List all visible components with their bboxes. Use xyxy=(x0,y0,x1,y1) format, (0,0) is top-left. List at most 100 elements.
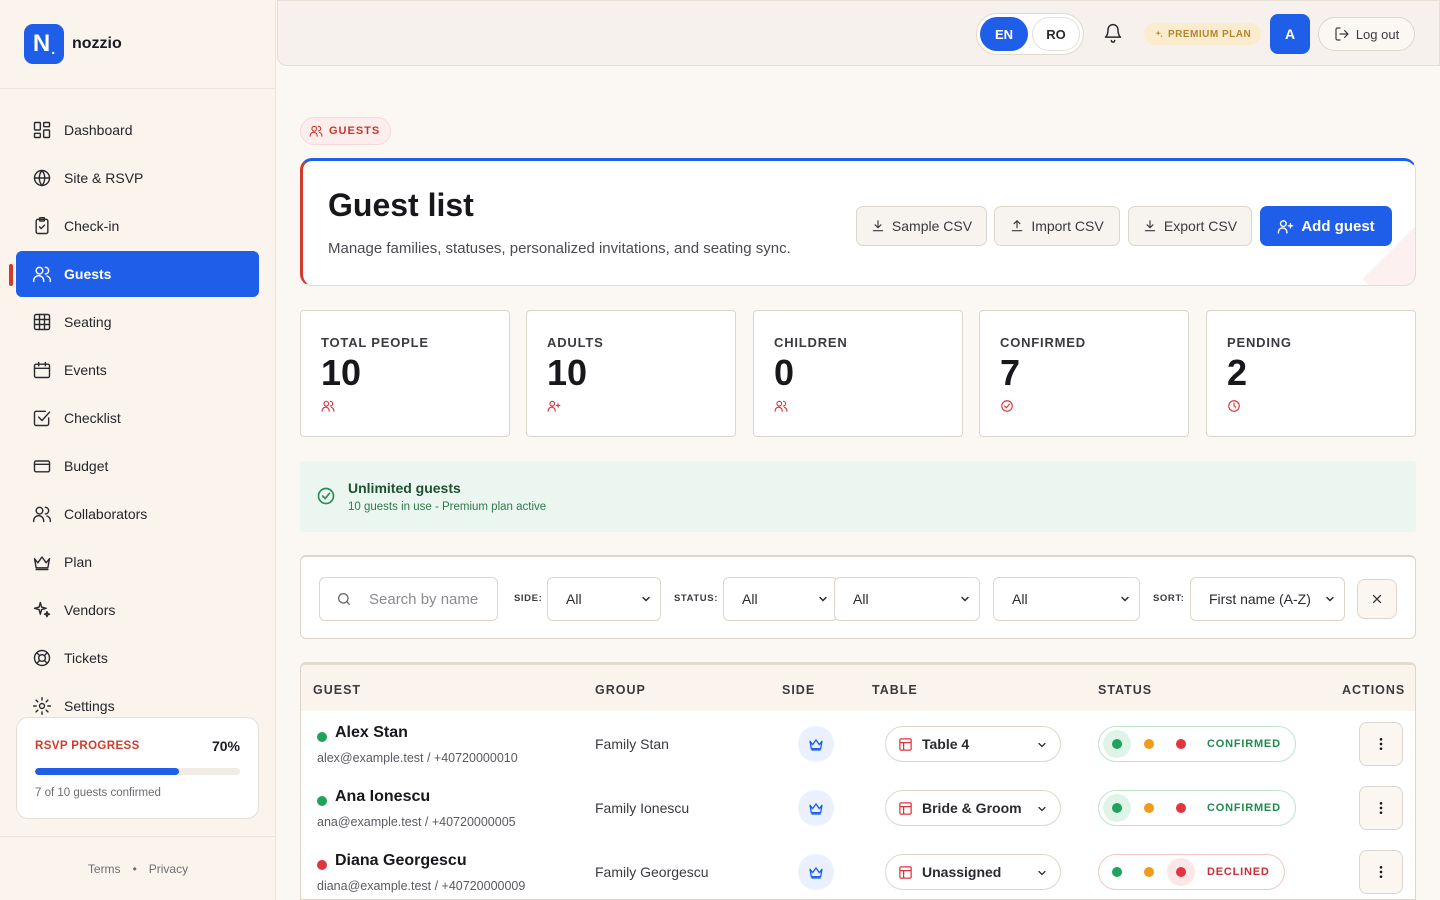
sort-select[interactable]: First name (A-Z) xyxy=(1190,577,1345,621)
table-assign-select[interactable]: Bride & Groom xyxy=(885,790,1061,826)
users-icon xyxy=(32,266,52,283)
page-subtitle: Manage families, statuses, personalized … xyxy=(328,240,791,257)
logout-button[interactable]: Log out xyxy=(1318,17,1415,51)
table-assign-select[interactable]: Table 4 xyxy=(885,726,1061,762)
lang-en-button[interactable]: EN xyxy=(980,17,1028,51)
sidebar-item-guests[interactable]: Guests xyxy=(16,251,259,297)
status-option-declined[interactable] xyxy=(1167,858,1195,886)
upload-icon xyxy=(1012,220,1023,232)
status-option-confirmed[interactable] xyxy=(1103,794,1131,822)
topbar: EN RO PREMIUM PLAN A Log out xyxy=(277,0,1440,66)
download-icon xyxy=(1144,220,1156,232)
column-header-group[interactable]: GROUP xyxy=(595,683,646,697)
column-header-guest[interactable]: GUEST xyxy=(313,683,361,697)
sample-csv-button[interactable]: Sample CSV xyxy=(856,206,987,246)
chevron-down-icon xyxy=(1038,742,1046,748)
status-option-confirmed[interactable] xyxy=(1103,858,1131,886)
sparkles-icon xyxy=(1155,30,1163,38)
side-button[interactable] xyxy=(798,790,834,826)
export-csv-button[interactable]: Export CSV xyxy=(1128,206,1252,246)
status-option-confirmed[interactable] xyxy=(1103,730,1131,758)
column-header-table[interactable]: TABLE xyxy=(872,683,918,697)
sidebar-item-label: Guests xyxy=(64,266,112,282)
guest-contact: diana@example.test / +40720000009 xyxy=(317,879,526,893)
sidebar-item-events[interactable]: Events xyxy=(16,347,259,393)
crown-icon xyxy=(33,556,51,571)
users-icon xyxy=(321,400,335,412)
bell-icon[interactable] xyxy=(1103,23,1123,43)
avatar[interactable]: A xyxy=(1270,14,1310,54)
sidebar-item-check-in[interactable]: Check-in xyxy=(16,203,259,249)
guest-name[interactable]: Ana Ionescu xyxy=(335,788,430,806)
filter-select-3[interactable]: All xyxy=(834,577,980,621)
side-filter-select[interactable]: All xyxy=(547,577,661,621)
sidebar-item-checklist[interactable]: Checklist xyxy=(16,395,259,441)
sidebar-item-dashboard[interactable]: Dashboard xyxy=(16,107,259,153)
status-option-pending[interactable] xyxy=(1135,730,1163,758)
side-button[interactable] xyxy=(798,726,834,762)
sidebar-item-plan[interactable]: Plan xyxy=(16,539,259,585)
notice-subtitle: 10 guests in use - Premium plan active xyxy=(348,501,547,513)
guest-contact: alex@example.test / +40720000010 xyxy=(317,751,518,765)
sidebar-item-seating[interactable]: Seating xyxy=(16,299,259,345)
rsvp-progress-fill xyxy=(35,768,179,775)
sidebar-footer: Terms • Privacy xyxy=(0,836,276,900)
row-actions-button[interactable] xyxy=(1359,722,1403,766)
brand-name: nozzio xyxy=(72,35,122,52)
logo: N. xyxy=(24,24,64,64)
terms-link[interactable]: Terms xyxy=(88,862,121,876)
sidebar-item-vendors[interactable]: Vendors xyxy=(16,587,259,633)
row-actions-button[interactable] xyxy=(1359,850,1403,894)
sidebar-item-tickets[interactable]: Tickets xyxy=(16,635,259,681)
status-dot xyxy=(317,732,327,742)
lang-ro-button[interactable]: RO xyxy=(1032,17,1080,51)
export-csv-label: Export CSV xyxy=(1163,218,1238,234)
status-option-pending[interactable] xyxy=(1135,794,1163,822)
sort-label: SORT: xyxy=(1153,593,1185,604)
privacy-link[interactable]: Privacy xyxy=(149,862,188,876)
sidebar-item-budget[interactable]: Budget xyxy=(16,443,259,489)
table-row: Ana Ionescu ana@example.test / +40720000… xyxy=(301,775,1415,839)
status-option-pending[interactable] xyxy=(1135,858,1163,886)
table-icon xyxy=(899,801,912,815)
status-option-declined[interactable] xyxy=(1167,730,1195,758)
brand[interactable]: N. nozzio xyxy=(0,0,275,89)
sidebar-item-label: Site & RSVP xyxy=(64,170,144,186)
sidebar-item-label: Settings xyxy=(64,698,115,714)
crown-icon xyxy=(809,867,823,879)
check-circle-icon xyxy=(1001,400,1013,412)
column-header-side[interactable]: SIDE xyxy=(782,683,815,697)
sidebar-item-label: Events xyxy=(64,362,107,378)
side-button[interactable] xyxy=(798,854,834,890)
import-csv-button[interactable]: Import CSV xyxy=(994,206,1120,246)
status-dot xyxy=(317,860,327,870)
guest-name[interactable]: Diana Georgescu xyxy=(335,852,467,870)
page-title: Guest list xyxy=(328,187,474,223)
table-assign-select[interactable]: Unassigned xyxy=(885,854,1061,890)
search-input[interactable]: Search by name xyxy=(319,577,498,621)
table-assign-value: Unassigned xyxy=(922,864,1002,880)
table-row: Alex Stan alex@example.test / +407200000… xyxy=(301,711,1415,775)
status-control: DECLINED xyxy=(1098,854,1285,890)
sidebar-item-site-rsvp[interactable]: Site & RSVP xyxy=(16,155,259,201)
status-filter-select[interactable]: All xyxy=(723,577,838,621)
status-option-declined[interactable] xyxy=(1167,794,1195,822)
chevron-down-icon xyxy=(642,596,650,602)
sample-csv-label: Sample CSV xyxy=(891,218,973,234)
chevron-down-icon xyxy=(961,596,969,602)
footer-separator: • xyxy=(132,861,137,876)
row-actions-button[interactable] xyxy=(1359,786,1403,830)
column-header-status[interactable]: STATUS xyxy=(1098,683,1152,697)
guest-name[interactable]: Alex Stan xyxy=(335,724,408,742)
breadcrumb: GUESTS xyxy=(300,117,392,145)
filter-select-4[interactable]: All xyxy=(993,577,1140,621)
premium-plan-label: PREMIUM PLAN xyxy=(1168,28,1252,40)
guest-group: Family Ionescu xyxy=(595,800,690,816)
clear-filters-button[interactable] xyxy=(1357,579,1397,619)
add-guest-button[interactable]: Add guest xyxy=(1260,206,1392,246)
status-dot xyxy=(317,796,327,806)
calendar-icon xyxy=(33,361,51,379)
sidebar-item-collaborators[interactable]: Collaborators xyxy=(16,491,259,537)
stat-card-adults: ADULTS 10 xyxy=(526,310,736,437)
stat-card-total-people: TOTAL PEOPLE 10 xyxy=(300,310,510,437)
